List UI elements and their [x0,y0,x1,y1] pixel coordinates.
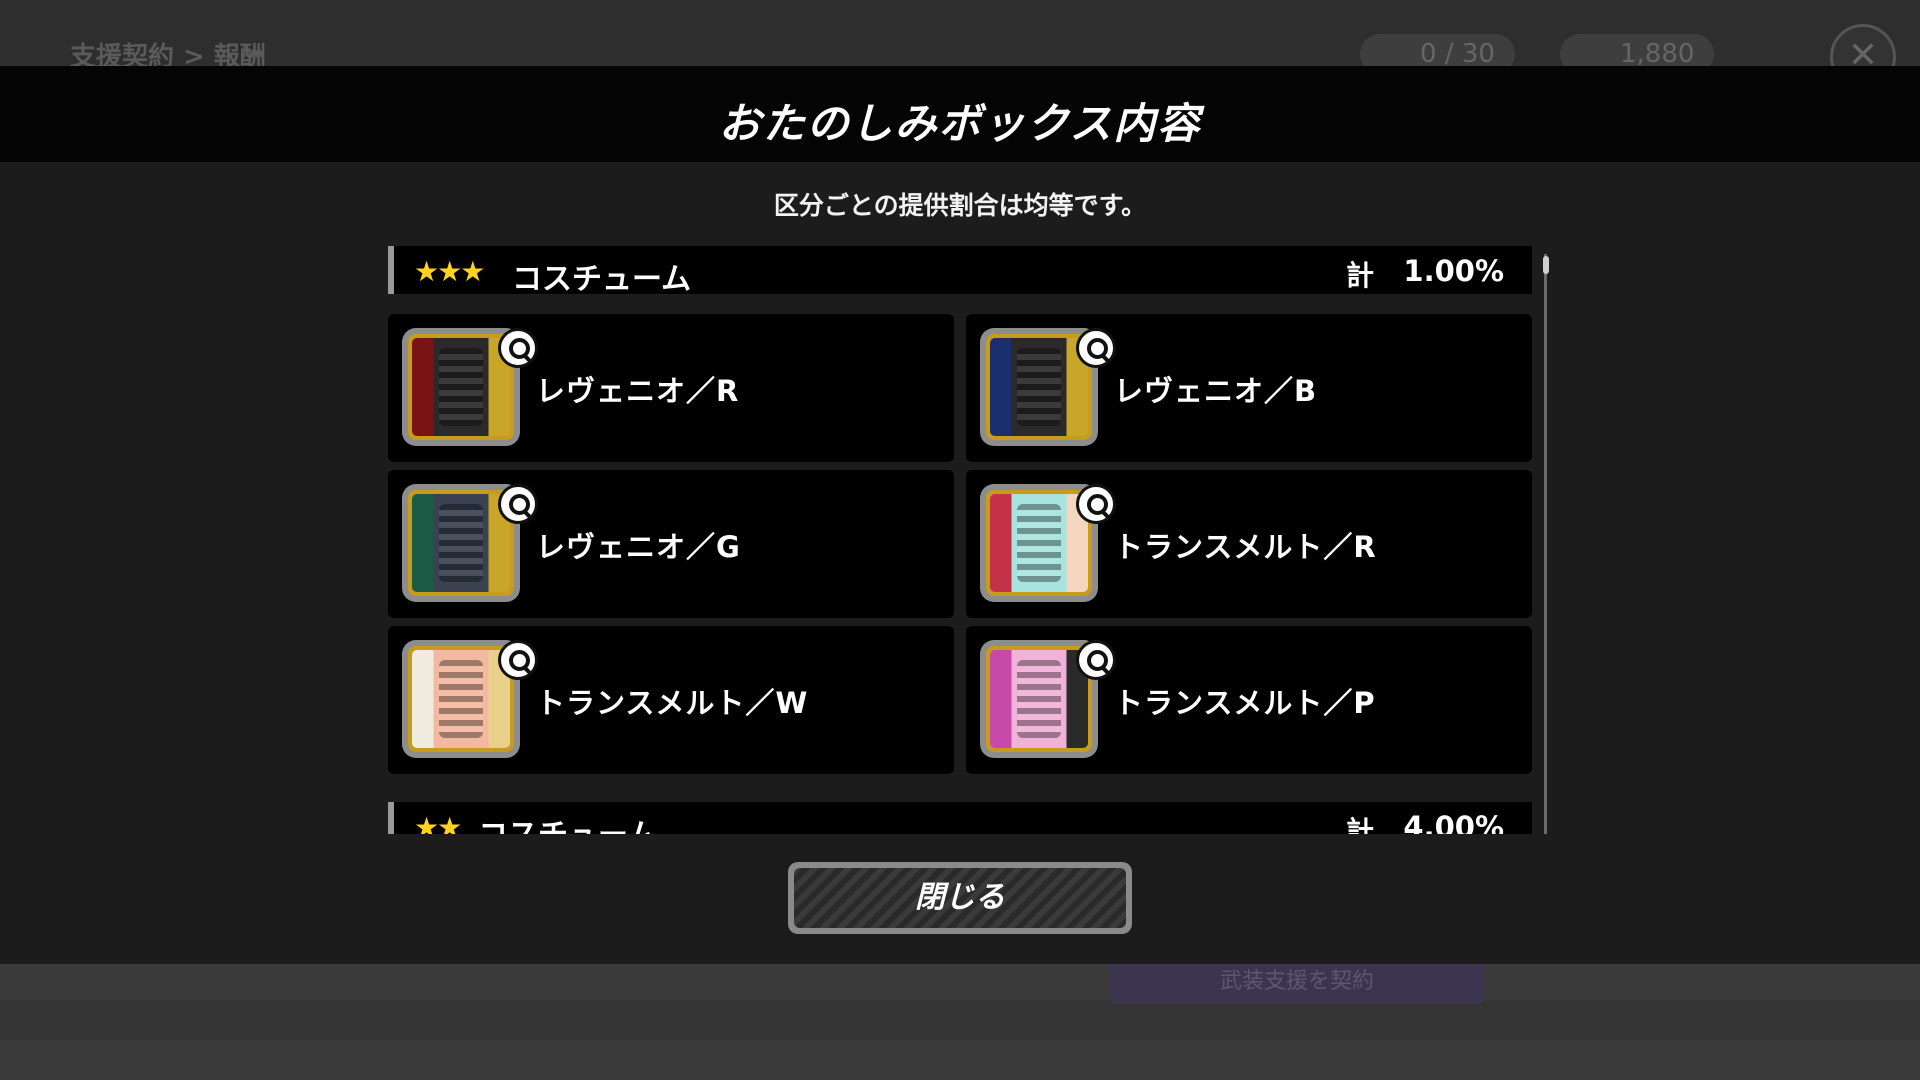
magnifier-icon[interactable] [1076,328,1116,368]
costume-art [1017,503,1061,583]
magnifier-icon[interactable] [498,328,538,368]
list-item[interactable]: トランスメルト／P [966,626,1532,774]
list-item[interactable]: トランスメルト／W [388,626,954,774]
scrollbar-thumb[interactable] [1543,256,1549,274]
rarity-stars: ★★★ [414,255,485,288]
costume-art [1017,347,1061,427]
total-label: 計 [1346,259,1375,292]
magnifier-icon[interactable] [498,484,538,524]
costume-art [439,347,483,427]
item-name: レヴェニオ／R [536,374,740,408]
magnifier-icon[interactable] [498,640,538,680]
background-contract-button: 武装支援を契約 [1110,960,1484,1004]
section-rate: 4.00% [1403,810,1504,834]
section-label: コスチューム [512,262,692,297]
rate-note: 区分ごとの提供割合は均等です。 [773,191,1147,220]
box-contents-dialog: おたのしみボックス内容 区分ごとの提供割合は均等です。 ★★★ コスチューム 計… [0,66,1920,964]
dialog-title: おたのしみボックス内容 [718,99,1202,148]
section-rate: 1.00% [1403,254,1504,288]
item-name: トランスメルト／W [536,686,809,720]
costume-art [1017,659,1061,739]
close-button[interactable]: 閉じる [788,862,1132,934]
list-item[interactable]: トランスメルト／R [966,470,1532,618]
magnifier-icon[interactable] [1076,640,1116,680]
costume-art [439,503,483,583]
rarity-stars: ★★ [414,811,462,834]
item-name: トランスメルト／R [1114,530,1377,564]
magnifier-icon[interactable] [1076,484,1116,524]
section-label: コスチューム [478,810,657,834]
list-item[interactable]: レヴェニオ／B [966,314,1532,462]
costume-art [439,659,483,739]
total-label: 計 [1346,815,1375,834]
item-name: レヴェニオ／G [536,530,741,564]
dialog-title-bar: おたのしみボックス内容 [0,66,1920,162]
contents-list[interactable]: ★★★ コスチューム 計 1.00% レヴェニオ／R レヴェニオ／B レヴェニオ… [388,246,1532,834]
list-item[interactable]: レヴェニオ／R [388,314,954,462]
item-name: レヴェニオ／B [1114,374,1318,408]
scrollbar-track[interactable] [1544,254,1547,834]
close-button-label: 閉じる [794,868,1126,928]
section-header-2star: ★★ コスチューム 計 4.00% [388,802,1532,834]
list-item[interactable]: レヴェニオ／G [388,470,954,618]
item-name: トランスメルト／P [1114,686,1376,720]
section-header-3star: ★★★ コスチューム 計 1.00% [388,246,1532,297]
